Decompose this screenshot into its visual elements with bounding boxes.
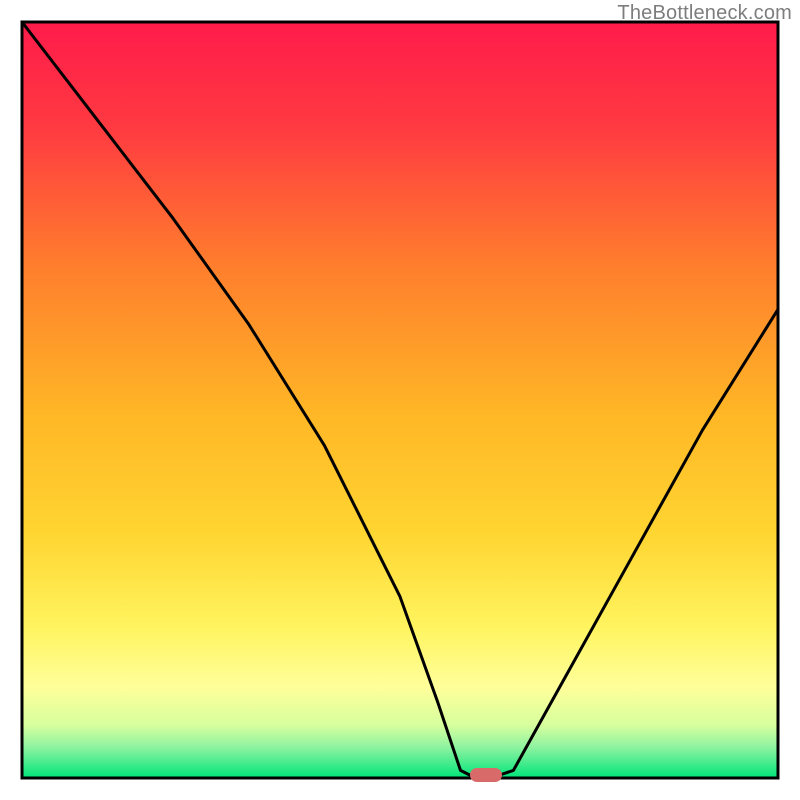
optimal-marker <box>470 768 502 782</box>
bottleneck-chart <box>0 0 800 800</box>
gradient-background <box>22 22 778 778</box>
watermark-text: TheBottleneck.com <box>617 2 792 25</box>
chart-container: TheBottleneck.com <box>0 0 800 800</box>
